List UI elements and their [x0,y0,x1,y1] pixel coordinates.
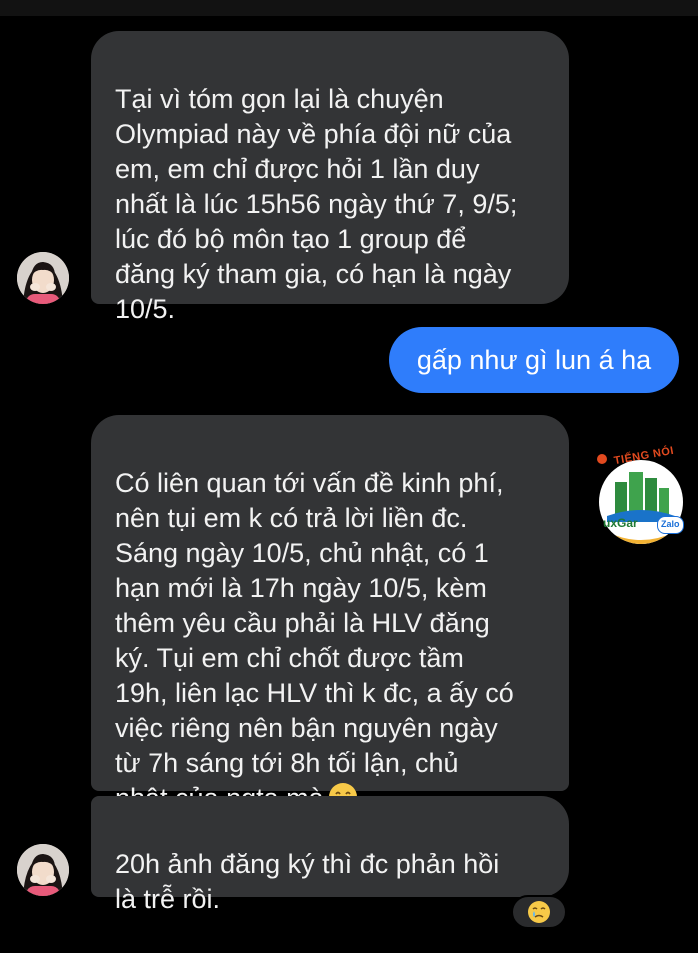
zalo-badge: Zalo [657,516,684,534]
watermark-brand-text: uxGar [603,516,638,530]
message-text: 20h ảnh đăng ký thì đc phản hồi là trễ r… [115,849,500,914]
watermark-logo: TIẾNG NÓI uxGar Zalo [595,445,687,550]
received-message-3[interactable]: 20h ảnh đăng ký thì đc phản hồi là trễ r… [91,796,569,914]
top-bar [0,0,698,16]
received-message-2[interactable]: Có liên quan tới vấn đề kinh phí, nên tụ… [91,415,569,813]
avatar-image [17,844,69,896]
avatar-image [17,252,69,304]
avatar[interactable] [17,844,69,896]
sent-message[interactable]: gấp như gì lun á ha [389,327,679,393]
avatar[interactable] [17,252,69,304]
received-message-1[interactable]: Tại vì tóm gọn lại là chuyện Olympiad nà… [91,31,569,324]
watermark-dot [597,454,607,464]
message-reaction[interactable] [511,895,567,929]
crying-face-icon [528,901,550,923]
message-text: gấp như gì lun á ha [416,345,652,375]
message-text: Tại vì tóm gọn lại là chuyện Olympiad nà… [115,84,518,324]
message-text: Có liên quan tới vấn đề kinh phí, nên tụ… [115,468,514,813]
